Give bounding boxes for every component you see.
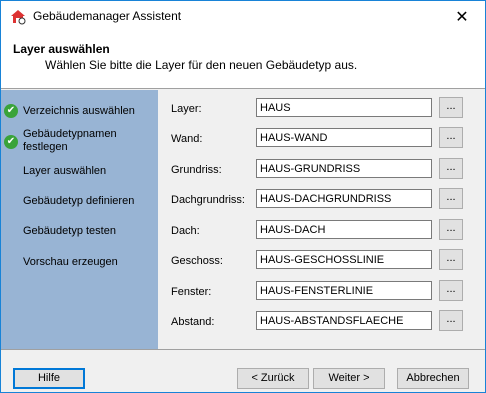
wand-label: Wand: xyxy=(171,133,203,145)
dach-label: Dach: xyxy=(171,225,200,237)
step-item: Layer auswählen xyxy=(23,165,107,177)
fenster-label: Fenster: xyxy=(171,286,212,298)
page-title: Layer auswählen xyxy=(13,42,110,56)
help-button[interactable]: Hilfe xyxy=(13,368,85,389)
abstand-label: Abstand: xyxy=(171,316,215,328)
dach-field[interactable] xyxy=(256,220,432,239)
page-subtitle: Wählen Sie bitte die Layer für den neuen… xyxy=(45,58,358,72)
step-item: Gebäudetyp testen xyxy=(23,225,116,237)
title-bar: Gebäudemanager Assistent ✕ xyxy=(1,1,485,32)
wizard-window: Gebäudemanager Assistent ✕ Layer auswähl… xyxy=(0,0,486,393)
step-item: Gebäudetypnamen festlegen xyxy=(23,128,117,153)
layer-browse-button[interactable]: ... xyxy=(439,97,463,118)
step-item: Gebäudetyp definieren xyxy=(23,195,135,207)
wizard-header: Layer auswählen Wählen Sie bitte die Lay… xyxy=(1,32,485,89)
fenster-field[interactable] xyxy=(256,281,432,300)
dachgrundriss-label: Dachgrundriss: xyxy=(171,194,245,206)
back-button[interactable]: < Zurück xyxy=(237,368,309,389)
house-icon xyxy=(11,10,26,25)
grundriss-field[interactable] xyxy=(256,159,432,178)
step-item: Verzeichnis auswählen xyxy=(23,105,135,117)
dach-browse-button[interactable]: ... xyxy=(439,219,463,240)
footer-divider xyxy=(1,349,485,350)
geschoss-browse-button[interactable]: ... xyxy=(439,249,463,270)
check-icon: ✔ xyxy=(4,135,18,149)
layer-field[interactable] xyxy=(256,98,432,117)
layer-form: Layer: ... Wand: ... Grundriss: ... Dach… xyxy=(158,90,485,349)
layer-label: Layer: xyxy=(171,103,202,115)
cancel-button[interactable]: Abbrechen xyxy=(397,368,469,389)
next-button[interactable]: Weiter > xyxy=(313,368,385,389)
wizard-steps-panel: ✔ Verzeichnis auswählen ✔ Gebäudetypname… xyxy=(1,90,158,349)
dachgrundriss-field[interactable] xyxy=(256,189,432,208)
dachgrundriss-browse-button[interactable]: ... xyxy=(439,188,463,209)
close-icon[interactable]: ✕ xyxy=(439,1,485,32)
wand-browse-button[interactable]: ... xyxy=(439,127,463,148)
abstand-browse-button[interactable]: ... xyxy=(439,310,463,331)
check-icon: ✔ xyxy=(4,104,18,118)
step-item: Vorschau erzeugen xyxy=(23,256,118,268)
wand-field[interactable] xyxy=(256,128,432,147)
geschoss-field[interactable] xyxy=(256,250,432,269)
grundriss-browse-button[interactable]: ... xyxy=(439,158,463,179)
window-title: Gebäudemanager Assistent xyxy=(33,9,182,23)
geschoss-label: Geschoss: xyxy=(171,255,223,267)
fenster-browse-button[interactable]: ... xyxy=(439,280,463,301)
abstand-field[interactable] xyxy=(256,311,432,330)
grundriss-label: Grundriss: xyxy=(171,164,222,176)
